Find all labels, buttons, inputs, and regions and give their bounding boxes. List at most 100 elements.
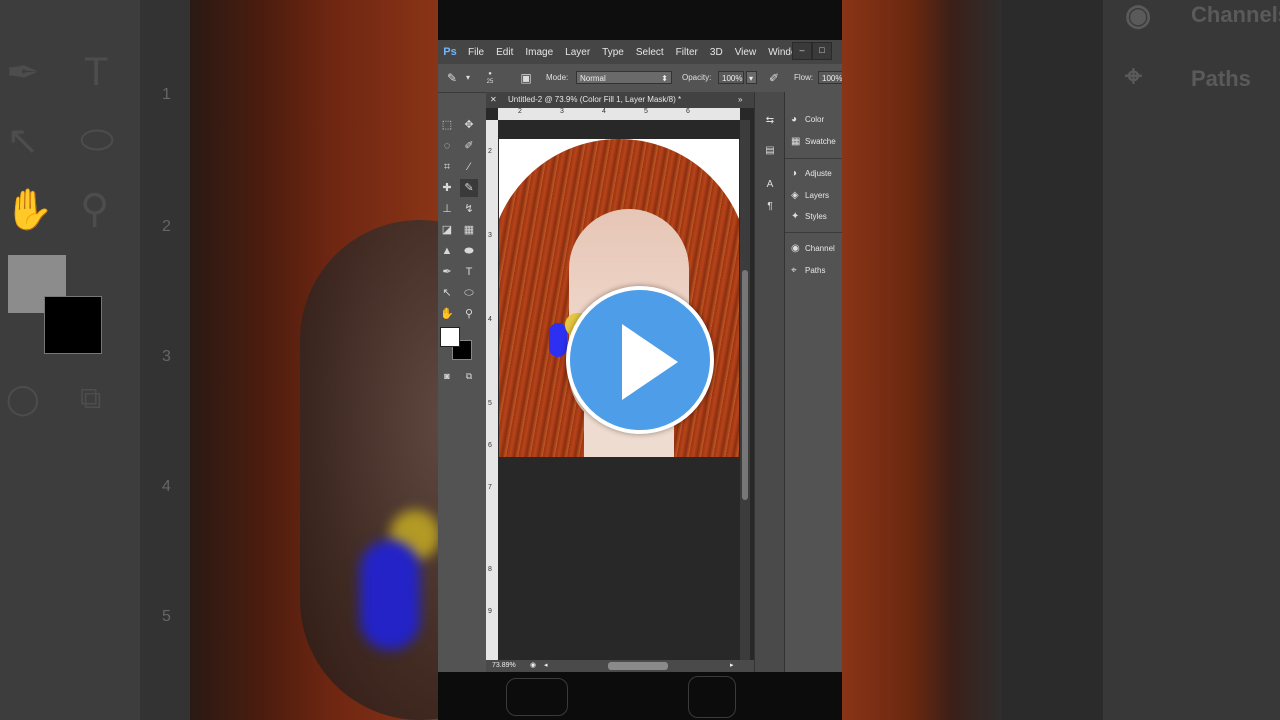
brush-tool-icon[interactable]: ✎ — [460, 179, 478, 197]
properties-panel-icon[interactable]: ▤ — [763, 144, 777, 158]
panel-styles[interactable]: ✦ Styles — [791, 208, 827, 226]
history-brush-tool-icon[interactable]: ↯ — [460, 200, 478, 218]
mode-select[interactable]: Normal ⬍ — [576, 71, 672, 84]
panel-collapse-icon[interactable]: » — [738, 92, 742, 108]
status-bar: 73.89% ◉ ◂ ▸ — [486, 660, 754, 672]
marquee-tool-icon[interactable]: ⬚ — [438, 116, 456, 134]
menu-bar: Ps File Edit Image Layer Type Select Fil… — [438, 40, 842, 64]
history-panel-icon[interactable]: ⇆ — [763, 114, 777, 128]
opacity-dropdown[interactable]: ▾ — [746, 71, 757, 84]
zoom-level[interactable]: 73.89% — [492, 662, 516, 669]
blurred-ellipse-icon: ⬭ — [80, 118, 115, 162]
pen-tool-icon[interactable]: ✒ — [438, 263, 456, 281]
zoom-tool-icon[interactable]: ⚲ — [460, 305, 478, 323]
panel-paths[interactable]: ⌖ Paths — [791, 262, 825, 280]
healing-tool-icon[interactable]: ✚ — [438, 179, 456, 197]
menu-type[interactable]: Type — [596, 47, 630, 58]
menu-view[interactable]: View — [729, 47, 763, 58]
quick-mask-icon[interactable]: ◙ — [438, 367, 456, 385]
menu-layer[interactable]: Layer — [559, 47, 596, 58]
screen-mode-icon[interactable]: ⧉ — [460, 367, 478, 385]
ruler-number: 3 — [162, 348, 171, 365]
character-panel-icon[interactable]: A — [763, 178, 777, 192]
vertical-scroll-thumb[interactable] — [742, 270, 748, 500]
blurred-pen-icon: ✒ — [6, 51, 40, 95]
opacity-value: 100% — [722, 74, 743, 83]
path-select-tool-icon[interactable]: ↖ — [438, 284, 456, 302]
panel-swatches-label: Swatche — [805, 137, 836, 146]
lasso-tool-icon[interactable]: ◌ — [438, 137, 456, 155]
flow-input[interactable]: 100% — [818, 71, 842, 84]
hand-tool-icon[interactable]: ✋ — [438, 305, 456, 323]
video-top-strip — [438, 0, 842, 40]
panel-color[interactable]: ◕ Color — [791, 111, 824, 129]
move-tool-icon[interactable]: ✥ — [460, 116, 478, 134]
channels-icon: ◉ — [791, 243, 800, 254]
blurred-iconstrip — [1002, 0, 1102, 720]
ruler-number: 2 — [488, 148, 492, 155]
eyedropper-tool-icon[interactable]: ⁄ — [460, 158, 478, 176]
flow-value: 100% — [822, 74, 842, 83]
brush-size-picker[interactable]: ● 25 — [482, 70, 498, 86]
ruler-number: 6 — [488, 442, 492, 449]
pressure-opacity-icon[interactable]: ✐ — [766, 70, 782, 86]
menu-file[interactable]: File — [462, 47, 490, 58]
ruler-number: 4 — [488, 316, 492, 323]
minimize-button[interactable]: – — [792, 42, 812, 60]
menu-3d[interactable]: 3D — [704, 47, 729, 58]
mode-label: Mode: — [546, 73, 569, 82]
document-title: Untitled-2 @ 73.9% (Color Fill 1, Layer … — [508, 95, 682, 104]
horizontal-ruler: 2 3 4 5 6 — [498, 108, 740, 120]
ruler-number: 1 — [162, 86, 171, 103]
horizontal-scroll-thumb[interactable] — [608, 662, 668, 670]
scroll-right-icon[interactable]: ▸ — [730, 661, 734, 669]
brush-panel-icon[interactable]: ▣ — [518, 70, 534, 86]
paragraph-panel-icon[interactable]: ¶ — [763, 200, 777, 214]
ruler-number: 3 — [560, 108, 564, 115]
tool-preset-dropdown-icon[interactable]: ▾ — [460, 70, 476, 86]
panel-paths-label: Paths — [805, 266, 826, 275]
quick-select-tool-icon[interactable]: ✐ — [460, 137, 478, 155]
blurred-channels-icon: ◉ — [1125, 0, 1152, 32]
scroll-left-icon[interactable]: ◂ — [544, 661, 548, 669]
menu-select[interactable]: Select — [630, 47, 670, 58]
opacity-input[interactable]: 100% — [718, 71, 744, 84]
maximize-button[interactable]: □ — [812, 42, 832, 60]
document-tab[interactable]: ✕ Untitled-2 @ 73.9% (Color Fill 1, Laye… — [486, 92, 754, 109]
blurred-background-right: Channels Paths ◉ ⌖ — [842, 0, 1280, 720]
menu-edit[interactable]: Edit — [490, 47, 519, 58]
ruler-number: 2 — [518, 108, 522, 115]
blurred-face — [300, 220, 438, 720]
ps-logo: Ps — [443, 46, 457, 58]
ruler-number: 3 — [488, 232, 492, 239]
blurred-background-left: 1 2 3 4 5 ✒ T ↖ ⬭ ✋ ⚲ ◯ ⧉ — [0, 0, 438, 720]
panel-layers[interactable]: ◈ Layers — [791, 187, 829, 205]
panel-channels[interactable]: ◉ Channel — [791, 240, 835, 258]
ruler-number: 2 — [162, 218, 171, 235]
blur-tool-icon[interactable]: ▲ — [438, 242, 456, 260]
ruler-number: 4 — [602, 108, 606, 115]
ellipse-tool-icon[interactable]: ⬭ — [460, 284, 478, 302]
blurred-blue-paint — [360, 540, 420, 650]
brush-tool-icon[interactable]: ✎ — [444, 70, 460, 86]
vertical-scrollbar[interactable] — [740, 120, 750, 660]
info-icon[interactable]: ◉ — [530, 661, 536, 669]
foreground-color-swatch[interactable] — [440, 327, 460, 347]
blurred-zoom-icon: ⚲ — [80, 187, 110, 231]
crop-tool-icon[interactable]: ⌗ — [438, 158, 456, 176]
ruler-number: 4 — [162, 478, 171, 495]
menu-image[interactable]: Image — [519, 47, 559, 58]
gradient-tool-icon[interactable]: ▦ — [460, 221, 478, 239]
video-play-button[interactable] — [566, 286, 714, 434]
stamp-tool-icon[interactable]: ⊥ — [438, 200, 456, 218]
panel-styles-label: Styles — [805, 212, 827, 221]
type-tool-icon[interactable]: T — [460, 263, 478, 281]
close-icon[interactable]: ✕ — [490, 92, 497, 108]
eraser-tool-icon[interactable]: ◪ — [438, 221, 456, 239]
dodge-tool-icon[interactable]: ⬬ — [460, 242, 478, 260]
options-bar: ✎ ▾ ● 25 ▣ Mode: Normal ⬍ Opacity: 100% ▾… — [438, 64, 842, 93]
blurred-path-select-icon: ↖ — [6, 119, 40, 163]
panel-adjustments[interactable]: ◑ Adjuste — [791, 165, 832, 183]
menu-filter[interactable]: Filter — [670, 47, 704, 58]
panel-swatches[interactable]: ▦ Swatche — [791, 133, 836, 151]
